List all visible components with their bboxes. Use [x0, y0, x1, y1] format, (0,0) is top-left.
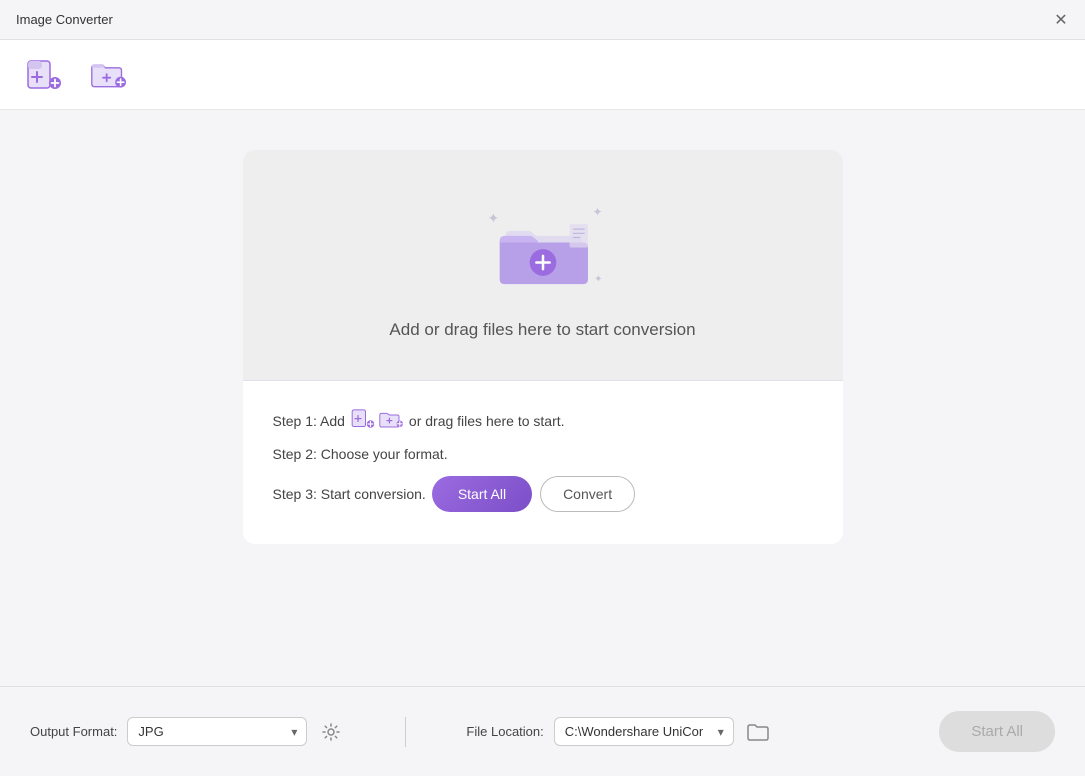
drop-zone-text: Add or drag files here to start conversi… [389, 320, 695, 340]
step-1-row: Step 1: Add [273, 409, 813, 432]
mini-add-folder-icon [379, 409, 403, 432]
close-button[interactable]: ✕ [1053, 12, 1069, 28]
app-title: Image Converter [16, 12, 113, 27]
drop-zone-container: ✦ ✦ ✦ [243, 150, 843, 544]
folder-icon: ✦ ✦ ✦ [483, 200, 603, 300]
start-all-button[interactable]: Start All [432, 476, 532, 512]
drop-zone-lower: Step 1: Add [243, 380, 843, 544]
output-format-select-wrapper: JPG PNG BMP TIFF GIF WEBP [127, 717, 307, 746]
settings-gear-button[interactable] [317, 718, 345, 746]
step-1-text: Step 1: Add [273, 413, 345, 429]
step-2-text: Step 2: Choose your format. [273, 446, 448, 462]
output-format-label: Output Format: [30, 724, 117, 739]
main-content: ✦ ✦ ✦ [0, 110, 1085, 564]
step-3-text: Step 3: Start conversion. [273, 486, 426, 502]
output-format-select[interactable]: JPG PNG BMP TIFF GIF WEBP [127, 717, 307, 746]
sparkle-icon-tr: ✦ [592, 205, 602, 219]
step-2-row: Step 2: Choose your format. [273, 446, 813, 462]
convert-button[interactable]: Convert [540, 476, 635, 512]
step-1-icons [351, 409, 403, 432]
add-folder-button[interactable] [84, 53, 132, 97]
output-format-field: Output Format: JPG PNG BMP TIFF GIF WEBP [30, 717, 345, 746]
toolbar [0, 40, 1085, 110]
title-bar: Image Converter ✕ [0, 0, 1085, 40]
sparkle-icon-tl: ✦ [488, 210, 500, 227]
file-location-select[interactable]: C:\Wondershare UniConverter 15\Ima [554, 717, 734, 746]
drop-zone-upper[interactable]: ✦ ✦ ✦ [243, 150, 843, 380]
file-location-label: File Location: [466, 724, 543, 739]
step-1-after-text: or drag files here to start. [409, 413, 565, 429]
separator [405, 717, 406, 747]
step-3-row: Step 3: Start conversion. Start All Conv… [273, 476, 813, 512]
bottom-bar: Output Format: JPG PNG BMP TIFF GIF WEBP… [0, 686, 1085, 776]
sparkle-icon-br: ✦ [594, 274, 602, 285]
start-all-bottom-button: Start All [939, 711, 1055, 752]
browse-folder-button[interactable] [744, 718, 772, 746]
file-location-field: File Location: C:\Wondershare UniConvert… [466, 717, 771, 746]
file-location-select-wrapper: C:\Wondershare UniConverter 15\Ima [554, 717, 734, 746]
mini-add-file-icon [351, 409, 375, 432]
add-file-button[interactable] [20, 53, 68, 97]
